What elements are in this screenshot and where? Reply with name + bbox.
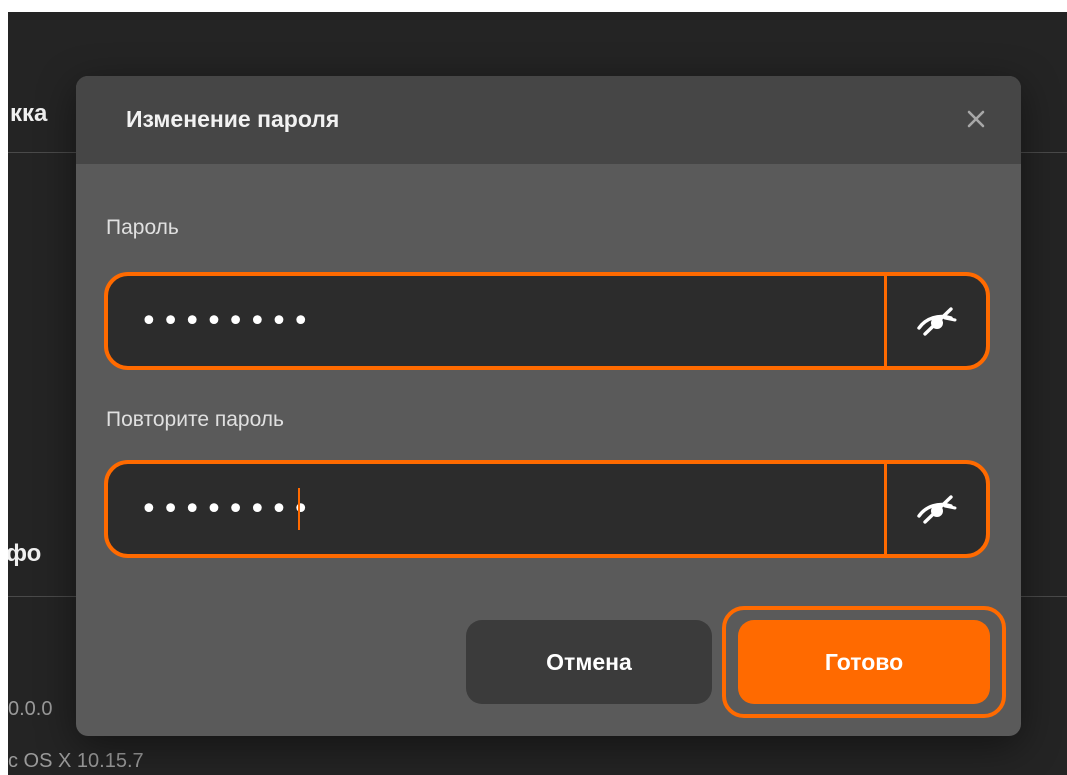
background-heading-info: фо — [8, 540, 42, 567]
change-password-dialog: Изменение пароля Пароль Повтори — [76, 76, 1021, 736]
background-heading-account: кка — [10, 100, 48, 127]
repeat-password-input[interactable] — [108, 464, 884, 554]
repeat-password-label: Повторите пароль — [106, 408, 284, 431]
eye-slash-icon — [916, 495, 956, 524]
close-button[interactable] — [961, 104, 991, 134]
toggle-repeat-password-visibility-button[interactable] — [887, 464, 986, 554]
password-label: Пароль — [106, 216, 179, 239]
background-os-text: c OS X 10.15.7 — [8, 750, 144, 772]
eye-slash-icon — [916, 307, 956, 336]
text-caret — [298, 488, 300, 530]
background-version-text: 0.0.0 — [8, 698, 53, 720]
dialog-header: Изменение пароля — [76, 76, 1021, 164]
dialog-title: Изменение пароля — [126, 106, 340, 132]
password-input[interactable] — [108, 276, 884, 366]
close-icon — [967, 110, 985, 128]
done-button[interactable]: Готово — [738, 620, 990, 704]
toggle-password-visibility-button[interactable] — [887, 276, 986, 366]
repeat-password-field-group — [104, 460, 990, 558]
password-field-group — [104, 272, 990, 370]
cancel-button[interactable]: Отмена — [466, 620, 712, 704]
settings-page-background: кка фо 0.0.0 c OS X 10.15.7 Изменение па… — [8, 12, 1067, 775]
